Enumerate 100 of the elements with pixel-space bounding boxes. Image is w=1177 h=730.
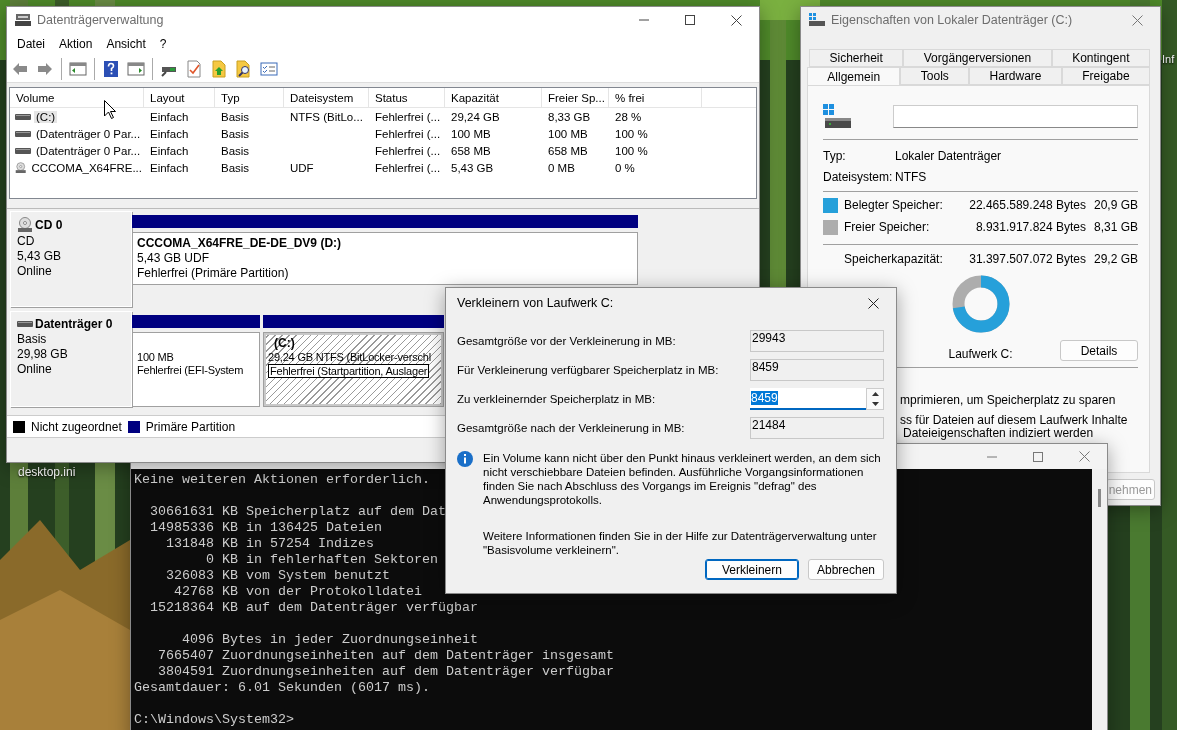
field-label: Für Verkleinerung verfügbarer Speicherplatz in MB: xyxy=(457,364,720,376)
console-line: 42768 KB von der Protokolldatei xyxy=(173,584,422,600)
partition-panel[interactable]: (C:) 29,24 GB NTFS (BitLocker-verschl Fehlerfrei (Startpartition, Auslager xyxy=(263,332,444,407)
table-cell-text: 8,33 GB xyxy=(547,110,592,123)
disk-name: CD 0 xyxy=(35,218,63,232)
table-cell-text: Fehlerfrei (... xyxy=(374,161,442,174)
usage-label: Belegter Speicher: xyxy=(844,198,944,212)
panel-icon[interactable] xyxy=(69,59,87,78)
disc-drive-icon xyxy=(17,217,33,233)
table-cell-text: 0 MB xyxy=(547,161,576,174)
disk-name: Datenträger 0 xyxy=(35,317,113,331)
panel-icon[interactable] xyxy=(127,59,145,78)
tab[interactable]: Kontingent xyxy=(1051,49,1150,67)
console-line: 0 KB in fehlerhaften Sektoren xyxy=(204,552,438,568)
disk-label-panel[interactable]: Datenträger 0 Basis 29,98 GB Online xyxy=(10,311,132,407)
partition-panel[interactable]: CCCOMA_X64FRE_DE-DE_DV9 (D:) 5,43 GB UDF Fehlerfrei (Primäre Partition) xyxy=(132,232,638,285)
table-cell-text: UDF xyxy=(289,161,315,174)
menu-item[interactable]: ? xyxy=(152,37,174,51)
usage-bytes: 8.931.917.824 Bytes xyxy=(974,220,1086,234)
tab[interactable]: Tools xyxy=(900,67,970,85)
partition-info: Fehlerfrei (Primäre Partition) xyxy=(137,266,289,280)
table-cell-text: Basis xyxy=(220,110,251,123)
usage-size: 8,31 GB xyxy=(1093,220,1138,234)
drive-icon xyxy=(17,319,33,329)
table-cell-text: NTFS (BitLo... xyxy=(289,110,364,123)
disk-info: Basis xyxy=(17,332,48,346)
table-cell-text: 5,43 GB xyxy=(450,161,495,174)
table-cell-text: Basis xyxy=(220,161,251,174)
name-field[interactable] xyxy=(893,104,1138,128)
option-label: ss für Dateien auf diesem Laufwerk Inhalte xyxy=(900,414,1128,427)
drive-icon xyxy=(15,145,31,156)
table-cell-text: 658 MB xyxy=(450,144,492,157)
tab[interactable]: Vorgängerversionen xyxy=(903,49,1052,67)
field-label: Gesamtgröße nach der Verkleinerung in MB: xyxy=(457,422,686,434)
menu-item[interactable]: Ansicht xyxy=(99,37,153,51)
console-line: 3804591 Zuordnungseinheiten auf dem Datenträger verfügbar xyxy=(157,664,614,680)
column-header[interactable]: % frei xyxy=(609,88,702,107)
column-header[interactable]: Layout xyxy=(144,88,215,107)
partition-info: 100 MB xyxy=(137,351,174,363)
partition-info: Fehlerfrei (Startpartition, Auslager xyxy=(268,364,430,378)
readonly-field: 8459 xyxy=(750,359,884,381)
console-line: Keine weiteren Aktionen erforderlich. xyxy=(134,472,430,488)
tab[interactable]: Freigabe xyxy=(1061,67,1150,85)
tab[interactable]: Hardware xyxy=(969,67,1062,85)
console-line: Gesamtdauer: 6.01 Sekunden (6017 ms). xyxy=(134,680,430,696)
desktop-icon-label[interactable]: desktop.ini xyxy=(18,465,76,479)
console-line: 15218364 KB auf dem Datenträger verfügbar xyxy=(149,600,478,616)
option-label: mprimieren, um Speicherplatz zu sparen xyxy=(900,394,1116,407)
table-cell[interactable]: CCCOMA_X64FRE... xyxy=(29,161,144,174)
info-icon xyxy=(457,451,473,467)
legend-label: Nicht zugeordnet xyxy=(31,419,122,434)
help-icon[interactable] xyxy=(102,59,120,78)
folder-search-icon[interactable] xyxy=(235,59,253,78)
disk-info: Online xyxy=(17,362,53,376)
folder-up-icon[interactable] xyxy=(210,59,228,78)
drive-icon xyxy=(15,128,31,139)
dialog-button[interactable]: Verkleinern xyxy=(704,559,799,580)
table-cell-text: Einfach xyxy=(149,161,190,174)
column-header[interactable]: Status xyxy=(369,88,445,107)
table-cell[interactable]: (Datenträger 0 Par... xyxy=(34,144,143,157)
usage-donut-drawing xyxy=(951,275,1010,333)
checklist-icon[interactable] xyxy=(185,59,203,78)
tab[interactable]: Allgemein xyxy=(807,67,901,85)
console-line: 14985336 KB in 136425 Dateien xyxy=(149,520,382,536)
readonly-field: 21484 xyxy=(750,417,884,439)
table-cell[interactable]: (C:) xyxy=(34,110,58,123)
table-cell[interactable]: (Datenträger 0 Par... xyxy=(34,127,143,140)
disk-info: CD xyxy=(17,234,36,248)
caret-down-icon xyxy=(871,402,879,406)
input-field[interactable]: 8459 xyxy=(750,388,866,410)
caret-up-icon xyxy=(871,392,879,396)
details-button[interactable]: Details xyxy=(1060,340,1138,361)
mouse-pointer-icon xyxy=(104,100,116,119)
partition-info: 5,43 GB UDF xyxy=(137,251,210,265)
dialog-title: Verkleinern von Laufwerk C: xyxy=(457,296,615,310)
tab[interactable]: Sicherheit xyxy=(809,49,904,67)
property-label: Dateisystem: xyxy=(823,169,894,184)
menu-item[interactable]: Datei xyxy=(10,37,52,51)
window-title: Eigenschaften von Lokaler Datenträger (C:) xyxy=(831,13,1074,27)
disk-label-panel[interactable]: CD 0 CD 5,43 GB Online xyxy=(10,211,132,307)
column-header[interactable]: Dateisystem xyxy=(284,88,369,107)
table-cell-text: 100 MB xyxy=(547,127,589,140)
menu-item[interactable]: Aktion xyxy=(52,37,100,51)
drive-caption: Laufwerk C: xyxy=(948,347,1013,361)
property-value: Lokaler Datenträger xyxy=(895,148,1002,163)
disk-management-icon xyxy=(15,13,31,27)
table-cell-text: 658 MB xyxy=(547,144,589,157)
console-line: 30661631 KB Speicherplatz auf dem Dat xyxy=(149,504,446,520)
disk-info: 29,98 GB xyxy=(17,347,69,361)
column-header[interactable]: Typ xyxy=(215,88,284,107)
scrollbar[interactable] xyxy=(1092,469,1107,730)
desktop-icon-label[interactable]: Inf xyxy=(1162,53,1175,65)
window-title: Datenträgerverwaltung xyxy=(37,13,165,27)
column-header[interactable]: Kapazität xyxy=(445,88,542,107)
drive-icon xyxy=(823,104,853,128)
console-line: C:\Windows\System32> xyxy=(134,712,294,728)
dialog-button[interactable]: Abbrechen xyxy=(807,559,884,580)
partition-panel[interactable]: 100 MB Fehlerfrei (EFI-System xyxy=(132,332,260,407)
properties-list-icon[interactable] xyxy=(260,59,278,78)
column-header[interactable]: Freier Sp... xyxy=(542,88,609,107)
